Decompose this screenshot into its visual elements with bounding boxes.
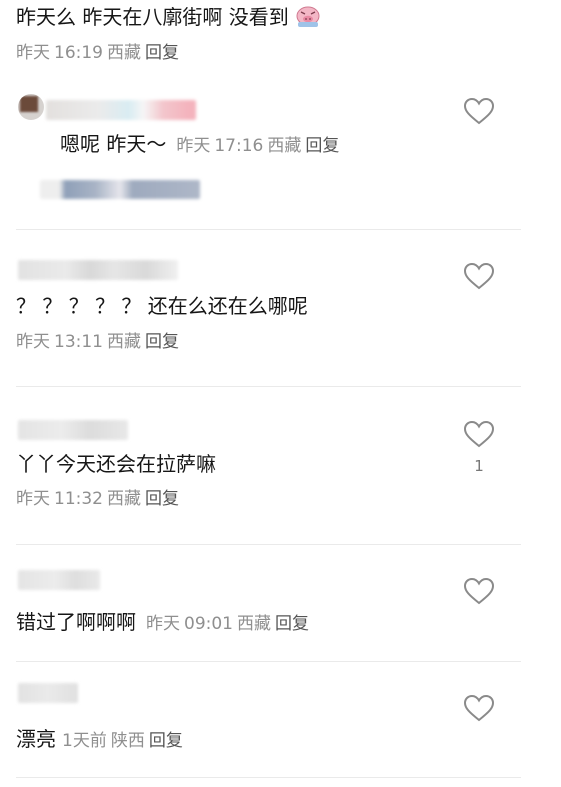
blurred-username <box>18 420 128 440</box>
blurred-username <box>18 570 100 590</box>
comment-text: 昨天么 昨天在八廓街啊 没看到 <box>16 4 321 29</box>
divider <box>16 661 521 662</box>
blurred-username <box>46 100 196 120</box>
reply-button[interactable]: 回复 <box>275 614 309 634</box>
comment-meta: 昨天 11:32 西藏 回复 <box>16 489 179 509</box>
like-heart-icon[interactable] <box>463 97 495 125</box>
comment-text: ？ ？ ？ ？ ？ 还在么还在么哪呢 <box>16 294 308 318</box>
divider <box>16 386 521 387</box>
like-heart-icon[interactable] <box>463 420 495 448</box>
divider <box>16 229 521 230</box>
reply-button[interactable]: 回复 <box>305 136 339 156</box>
avatar[interactable] <box>18 94 44 120</box>
comment-text: 嗯呢 昨天～ 昨天 17:16 西藏 回复 <box>60 132 340 156</box>
blurred-image <box>40 180 200 199</box>
reply-button[interactable]: 回复 <box>145 43 179 63</box>
emoji-pig-icon <box>295 4 321 28</box>
comment-text: 漂亮 1天前 陕西 回复 <box>16 727 183 751</box>
like-heart-icon[interactable] <box>463 694 495 722</box>
divider <box>16 777 521 778</box>
comment-text: 丫丫今天还会在拉萨嘛 <box>16 452 216 476</box>
comment-meta: 昨天 16:19 西藏 回复 <box>16 43 179 63</box>
blurred-username <box>18 260 178 280</box>
divider <box>16 544 521 545</box>
reply-button[interactable]: 回复 <box>145 489 179 509</box>
comment-text: 错过了啊啊啊 昨天 09:01 西藏 回复 <box>16 610 309 634</box>
like-heart-icon[interactable] <box>463 262 495 290</box>
like-heart-icon[interactable] <box>463 577 495 605</box>
blurred-username <box>18 683 78 703</box>
reply-button[interactable]: 回复 <box>145 332 179 352</box>
reply-button[interactable]: 回复 <box>149 731 183 751</box>
comment-meta: 昨天 13:11 西藏 回复 <box>16 332 179 352</box>
like-count: 1 <box>474 457 484 475</box>
